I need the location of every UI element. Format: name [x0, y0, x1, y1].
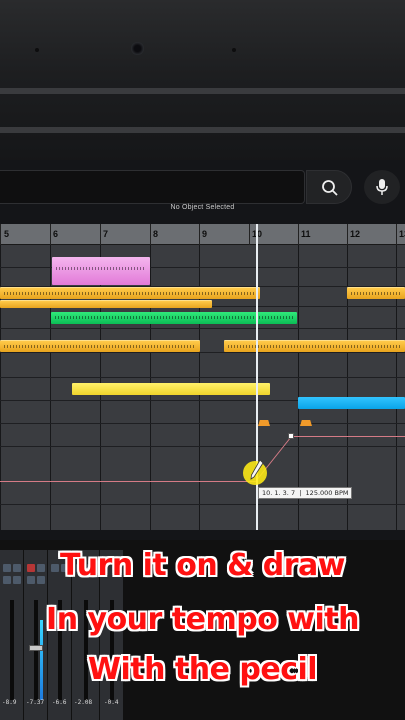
- level-readout: -8.9: [2, 699, 17, 706]
- bezel-band-bottom: [0, 127, 405, 133]
- caption-line-1: Turn it on & draw: [60, 548, 345, 583]
- search-button[interactable]: [306, 170, 352, 204]
- webcam: [131, 42, 144, 55]
- pencil-icon: [250, 459, 264, 480]
- search-input[interactable]: [0, 170, 305, 204]
- caption-line-2: In your tempo with: [46, 602, 359, 637]
- sensor-left: [35, 48, 39, 52]
- voice-search-button[interactable]: [364, 170, 400, 204]
- tempo-tooltip: 10. 1. 3. 7 | 125.000 BPM: [258, 487, 353, 499]
- laptop-bezel: [0, 0, 405, 165]
- caption-line-3: With the pecil: [87, 652, 318, 687]
- selection-status: No Object Selected: [170, 204, 235, 211]
- fader-handle[interactable]: [29, 645, 43, 651]
- microphone-icon: [376, 179, 388, 195]
- arrange-window[interactable]: 5 6 7 8 9 10 11 12 13: [0, 224, 405, 530]
- level-readout: -7.37: [26, 699, 45, 706]
- search-icon: [322, 180, 338, 196]
- sensor-right: [232, 48, 236, 52]
- level-readout: -0.4: [104, 699, 119, 706]
- tooltip-tempo: 125.000 BPM: [305, 489, 349, 497]
- level-readout: -2.08: [74, 699, 93, 706]
- screen: No Object Selected 5 6 7 8 9 10 11 12 13: [0, 160, 405, 720]
- tempo-curve: [255, 436, 292, 482]
- tooltip-position: 10. 1. 3. 7: [262, 489, 296, 497]
- tempo-node[interactable]: [288, 433, 294, 439]
- level-readout: -6.6: [52, 699, 67, 706]
- bezel-band-top: [0, 88, 405, 94]
